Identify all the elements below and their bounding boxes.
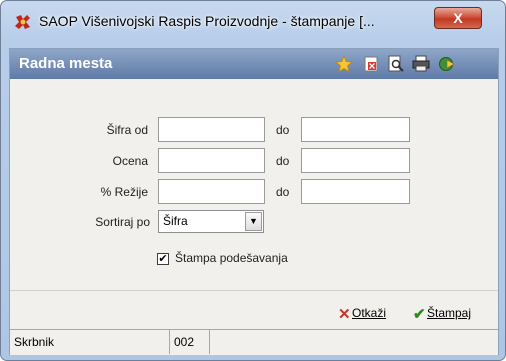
sifra-do-label: do [276,123,290,137]
sifra-from-input[interactable] [158,117,265,142]
section-title: Radna mesta [19,55,113,72]
dialog-window: SAOP Višenivojski Raspis Proizvodnje - š… [0,0,506,361]
rezije-label: % Režije [100,185,148,199]
checkmark-icon: ✔ [413,306,426,323]
ocena-to-input[interactable] [301,148,410,173]
sort-select[interactable]: Šifra ▼ [158,210,264,233]
dialog-content: Radna mesta Šifra od do Ocena do % Režij… [9,48,499,355]
close-button[interactable]: X [434,7,482,29]
chevron-down-icon[interactable]: ▼ [245,212,262,231]
sort-label: Sortiraj po [95,215,150,229]
rezije-to-input[interactable] [301,179,410,204]
section-header: Radna mesta [10,49,498,79]
print-button[interactable]: ✔Štampaj [413,305,471,323]
rezije-from-input[interactable] [158,179,265,204]
printer-icon[interactable] [412,55,430,73]
close-document-icon[interactable] [362,55,380,73]
ocena-label: Ocena [112,154,148,168]
status-bar: Skrbnik 002 [10,329,498,355]
print-settings-label: Štampa podešavanja [175,251,288,265]
star-icon[interactable] [335,55,353,73]
print-settings-checkbox[interactable]: ✔ [157,253,169,265]
status-user: Skrbnik [10,330,170,354]
cancel-button[interactable]: ✕Otkaži [338,305,386,323]
title-bar[interactable]: SAOP Višenivojski Raspis Proizvodnje - š… [1,1,505,38]
export-icon[interactable] [438,55,456,73]
status-code: 002 [170,330,210,354]
print-preview-icon[interactable] [387,55,405,73]
status-extra [210,330,498,354]
cancel-x-icon: ✕ [338,306,351,323]
ocena-from-input[interactable] [158,148,265,173]
ocena-do-label: do [276,154,290,168]
window-title: SAOP Višenivojski Raspis Proizvodnje - š… [39,13,375,29]
app-logo-icon [15,15,30,29]
sifra-to-input[interactable] [301,117,410,142]
cancel-label: Otkaži [352,306,387,320]
sifra-label: Šifra od [106,123,148,137]
sort-select-value: Šifra [163,214,188,228]
rezije-do-label: do [276,185,290,199]
divider [10,290,498,291]
print-label: Štampaj [427,306,472,320]
